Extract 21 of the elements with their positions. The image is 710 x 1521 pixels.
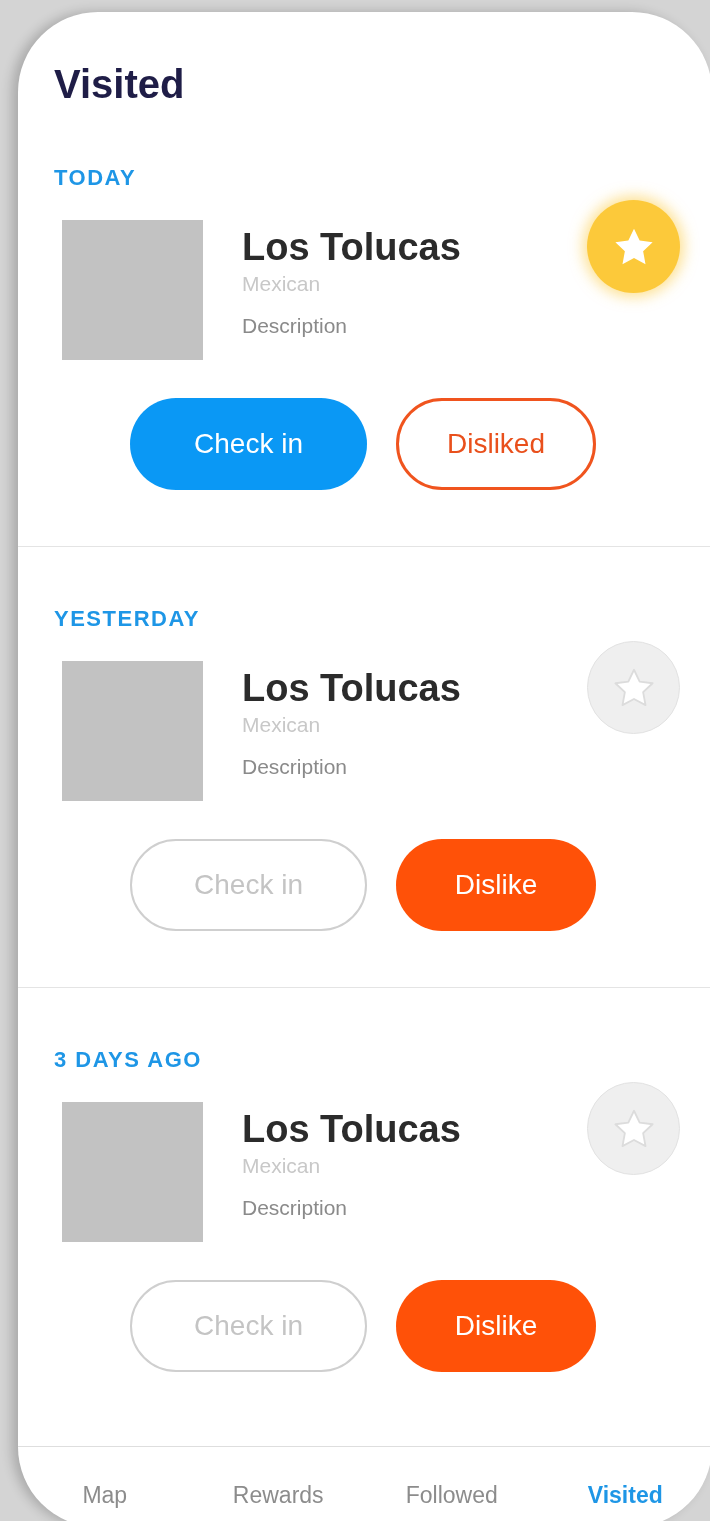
section-label: TODAY: [54, 168, 137, 188]
restaurant-name: Los Tolucas: [242, 666, 461, 711]
restaurant-name: Los Tolucas: [242, 1107, 461, 1152]
description-text: Description: [242, 1195, 348, 1221]
check-in-button[interactable]: Check in: [130, 398, 367, 490]
check-in-button[interactable]: Check in: [130, 1280, 367, 1372]
dislike-button[interactable]: Dislike: [396, 839, 596, 931]
check-in-button[interactable]: Check in: [130, 839, 367, 931]
nav-tab[interactable]: Visited: [587, 1481, 663, 1509]
nav-tab[interactable]: Map: [82, 1481, 128, 1509]
section-label: YESTERDAY: [54, 609, 200, 629]
nav-tab[interactable]: Followed: [405, 1481, 498, 1509]
nav-tab[interactable]: Rewards: [232, 1481, 324, 1509]
dislike-button[interactable]: Dislike: [396, 1280, 596, 1372]
favorite-star-button[interactable]: [587, 200, 680, 293]
section-label: 3 DAYS AGO: [54, 1050, 202, 1070]
page-title: Visited: [54, 62, 186, 106]
dislike-button[interactable]: Disliked: [396, 398, 596, 490]
restaurant-name: Los Tolucas: [242, 225, 461, 270]
description-text: Description: [242, 313, 348, 339]
description-text: Description: [242, 754, 348, 780]
